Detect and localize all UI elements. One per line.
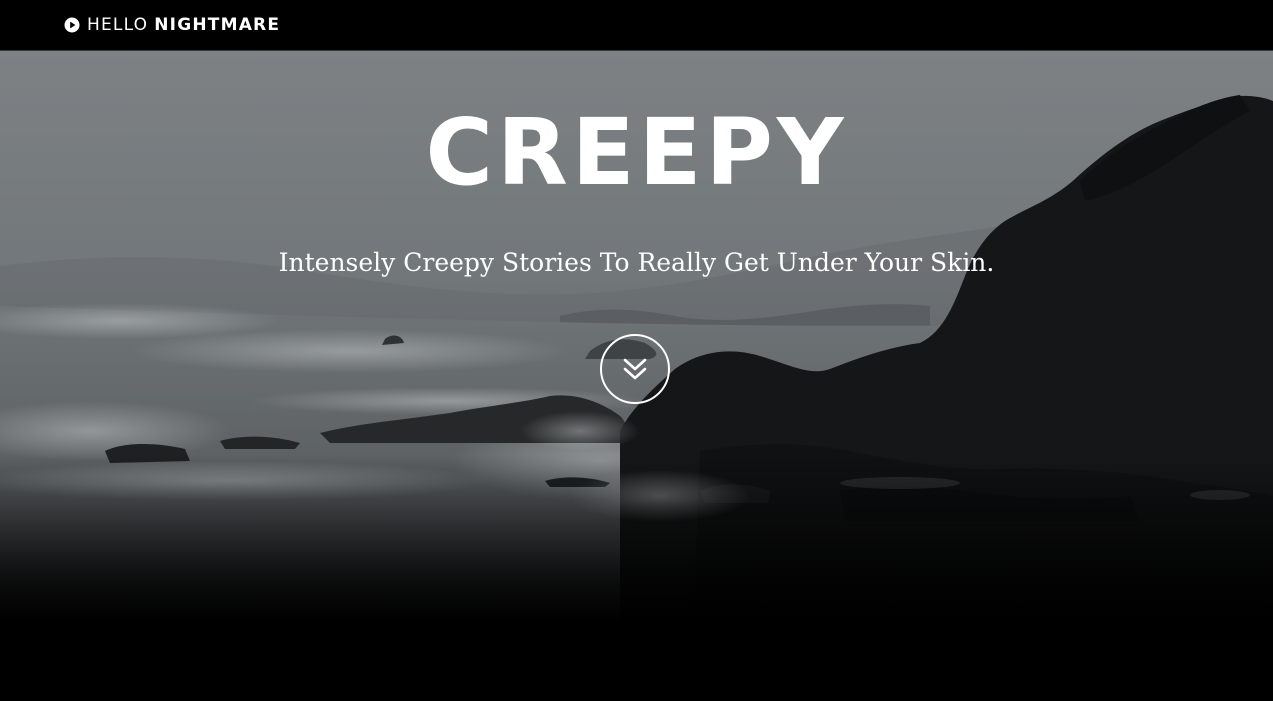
page: HELLO NIGHTMARE CREEPY Intensely Creepy …	[0, 0, 1273, 701]
brand-name-light: HELLO	[87, 15, 149, 35]
hero-title: CREEPY	[425, 99, 848, 206]
hero-subtitle: Intensely Creepy Stories To Really Get U…	[278, 248, 995, 277]
top-navigation-bar: HELLO NIGHTMARE	[0, 0, 1273, 51]
brand-logo-link[interactable]: HELLO NIGHTMARE	[64, 14, 280, 36]
hero-section: CREEPY Intensely Creepy Stories To Reall…	[0, 51, 1273, 701]
play-circle-icon	[64, 17, 80, 33]
scroll-down-button[interactable]	[600, 334, 670, 404]
brand-name-bold: NIGHTMARE	[154, 15, 281, 35]
double-chevron-down-icon	[623, 358, 647, 380]
